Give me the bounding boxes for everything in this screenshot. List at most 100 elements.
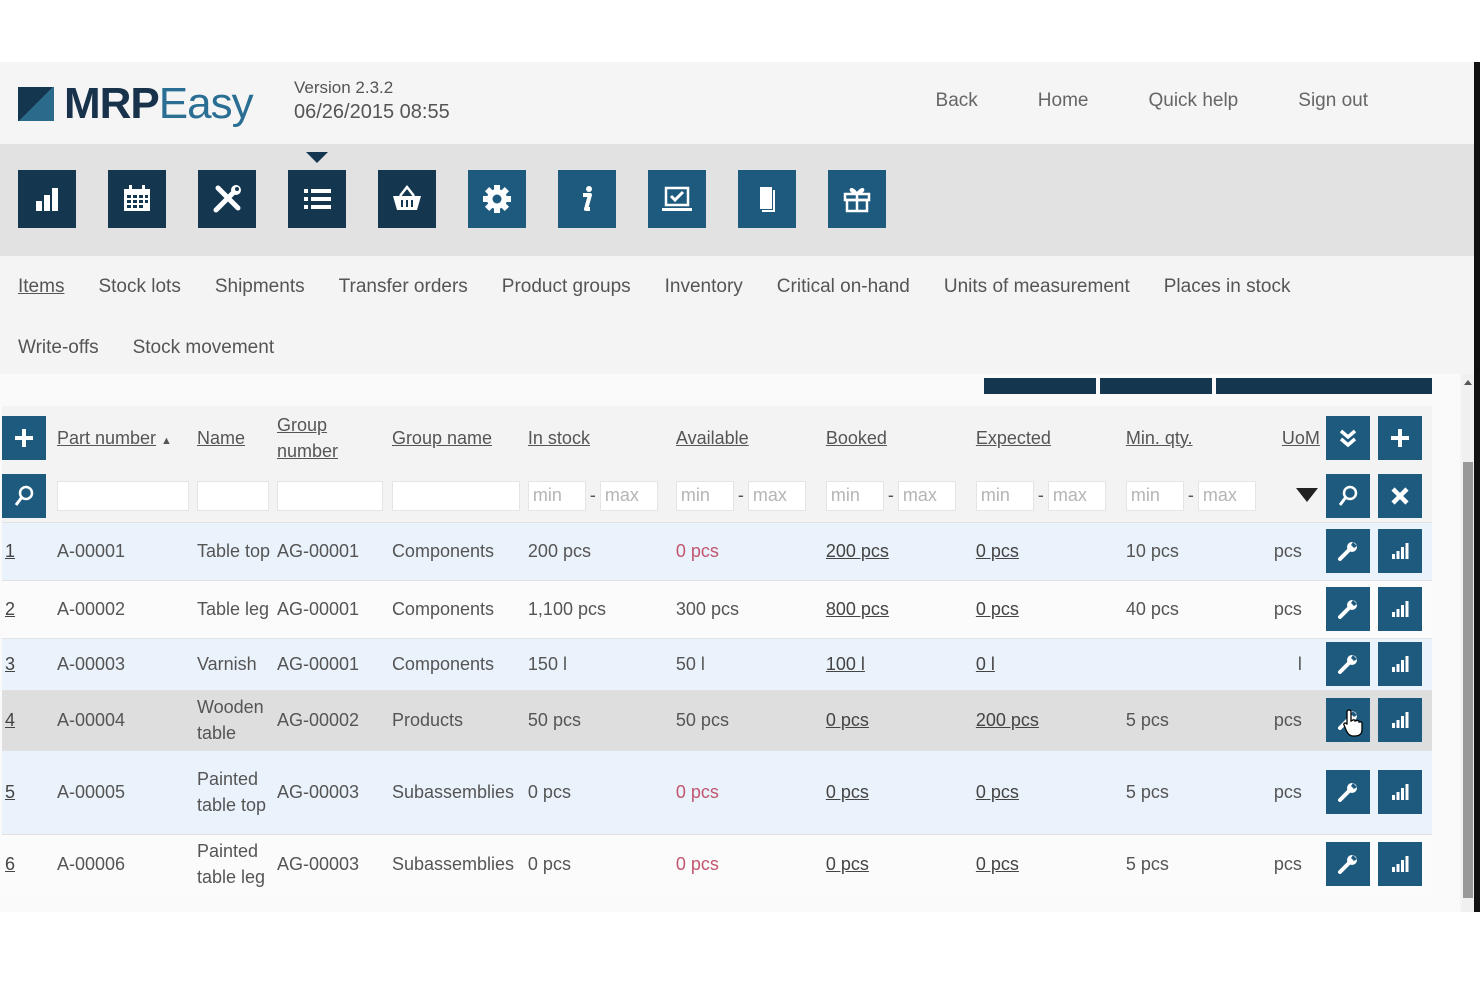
filter-in-stock-min[interactable] — [527, 480, 586, 511]
home-link[interactable]: Home — [1038, 90, 1089, 112]
filter-expected-max[interactable] — [1047, 480, 1106, 511]
table-row: 2 A-00002 Table leg AG-00001 Components 1,100… — [2, 580, 1432, 638]
module-button-purchasing[interactable] — [378, 170, 436, 228]
subnav-shipments[interactable]: Shipments — [215, 272, 305, 333]
item-stats-button[interactable] — [1377, 770, 1422, 814]
booked-link[interactable]: 200 pcs — [826, 541, 889, 561]
row-number-link[interactable]: 6 — [5, 854, 15, 874]
cell-group-name: Components — [391, 599, 494, 619]
row-number-link[interactable]: 2 — [5, 599, 15, 619]
col-expected[interactable]: Expected — [976, 428, 1051, 448]
expected-link[interactable]: 0 pcs — [976, 599, 1019, 619]
edit-item-button[interactable] — [1325, 842, 1370, 887]
module-button-calendar[interactable] — [108, 170, 166, 228]
filter-booked-max[interactable] — [897, 480, 956, 511]
back-link[interactable]: Back — [936, 90, 978, 112]
col-in-stock[interactable]: In stock — [528, 428, 590, 448]
sign-out-link[interactable]: Sign out — [1298, 90, 1368, 112]
edit-item-button[interactable] — [1325, 770, 1370, 814]
logo-text-easy: Easy — [158, 79, 254, 128]
expected-link[interactable]: 0 l — [976, 654, 995, 674]
edit-item-button[interactable] — [1325, 587, 1370, 631]
expand-columns-button[interactable] — [1325, 416, 1370, 460]
expected-link[interactable]: 0 pcs — [976, 854, 1019, 874]
item-stats-button[interactable] — [1377, 642, 1422, 686]
module-button-reports[interactable] — [18, 170, 76, 228]
subnav-places-in-stock[interactable]: Places in stock — [1164, 272, 1291, 333]
scroll-up-icon[interactable] — [1464, 380, 1472, 385]
module-button-stock[interactable] — [288, 170, 346, 228]
subnav-transfer-orders[interactable]: Transfer orders — [339, 272, 468, 333]
filter-in-stock-max[interactable] — [599, 480, 658, 511]
filter-min-qty-max[interactable] — [1197, 480, 1256, 511]
edit-item-button[interactable] — [1325, 642, 1370, 686]
module-button-documents[interactable] — [738, 170, 796, 228]
wrench-icon — [1337, 600, 1357, 619]
col-group-name[interactable]: Group name — [392, 428, 492, 448]
col-booked[interactable]: Booked — [826, 428, 887, 448]
module-button-production[interactable] — [198, 170, 256, 228]
filter-name[interactable] — [196, 480, 269, 511]
filter-uom-dropdown[interactable] — [1295, 487, 1318, 502]
item-stats-button[interactable] — [1377, 587, 1422, 631]
quick-help-link[interactable]: Quick help — [1148, 90, 1238, 112]
bar-chart-icon — [1391, 543, 1409, 559]
filter-available-max[interactable] — [747, 480, 806, 511]
search-icon — [14, 485, 34, 506]
booked-link[interactable]: 100 l — [826, 654, 865, 674]
col-min-qty[interactable]: Min. qty. — [1126, 428, 1193, 448]
subnav-critical-on-hand[interactable]: Critical on-hand — [777, 272, 910, 333]
row-number-link[interactable]: 5 — [5, 782, 15, 802]
expected-link[interactable]: 200 pcs — [976, 710, 1039, 730]
toolbar-bar-3 — [1216, 378, 1432, 394]
subnav-inventory[interactable]: Inventory — [665, 272, 743, 333]
filter-available-min[interactable] — [675, 480, 734, 511]
filter-group-number[interactable] — [276, 480, 383, 511]
module-button-tasks[interactable] — [648, 170, 706, 228]
cell-in-stock: 1,100 pcs — [527, 599, 606, 619]
edit-item-button[interactable] — [1325, 529, 1370, 573]
col-name[interactable]: Name — [197, 428, 245, 448]
filter-part-number[interactable] — [56, 480, 189, 511]
filter-group-name[interactable] — [391, 480, 520, 511]
module-button-info[interactable] — [558, 170, 616, 228]
apply-filter-button[interactable] — [1325, 473, 1370, 518]
booked-link[interactable]: 0 pcs — [826, 710, 869, 730]
cell-group-number: AG-00002 — [276, 710, 360, 730]
logo-text-mrp: MRP — [64, 79, 160, 128]
row-number-link[interactable]: 3 — [5, 654, 15, 674]
expected-link[interactable]: 0 pcs — [976, 782, 1019, 802]
add-button[interactable] — [1377, 416, 1422, 460]
module-button-settings[interactable] — [468, 170, 526, 228]
filter-search-button[interactable] — [2, 473, 46, 518]
booked-link[interactable]: 0 pcs — [826, 782, 869, 802]
filter-booked-min[interactable] — [825, 480, 884, 511]
subnav-product-groups[interactable]: Product groups — [502, 272, 631, 333]
col-available[interactable]: Available — [676, 428, 749, 448]
row-number-link[interactable]: 4 — [5, 710, 15, 730]
version-info: Version 2.3.2 06/26/2015 08:55 — [294, 76, 450, 124]
item-stats-button[interactable] — [1377, 842, 1422, 887]
subnav-items[interactable]: Items — [18, 272, 64, 333]
item-stats-button[interactable] — [1377, 698, 1422, 742]
booked-link[interactable]: 800 pcs — [826, 599, 889, 619]
row-number-link[interactable]: 1 — [5, 541, 15, 561]
col-uom[interactable]: UoM — [1282, 428, 1320, 448]
filter-min-qty-min[interactable] — [1125, 480, 1184, 511]
col-group-number[interactable]: Group number — [277, 412, 357, 464]
cell-uom: pcs — [1273, 541, 1302, 561]
scrollbar-thumb[interactable] — [1463, 462, 1473, 898]
col-part-number[interactable]: Part number — [57, 428, 156, 448]
subnav-units-of-measurement[interactable]: Units of measurement — [944, 272, 1130, 333]
expected-link[interactable]: 0 pcs — [976, 541, 1019, 561]
subnav-stock-lots[interactable]: Stock lots — [98, 272, 180, 333]
item-stats-button[interactable] — [1377, 529, 1422, 573]
module-button-gift[interactable] — [828, 170, 886, 228]
logo[interactable]: MRPEasy — [18, 79, 254, 128]
vertical-scrollbar[interactable] — [1462, 374, 1474, 912]
booked-link[interactable]: 0 pcs — [826, 854, 869, 874]
hand-cursor-icon — [1343, 709, 1363, 737]
add-item-button[interactable] — [2, 416, 46, 460]
clear-filter-button[interactable] — [1377, 473, 1422, 518]
filter-expected-min[interactable] — [975, 480, 1034, 511]
